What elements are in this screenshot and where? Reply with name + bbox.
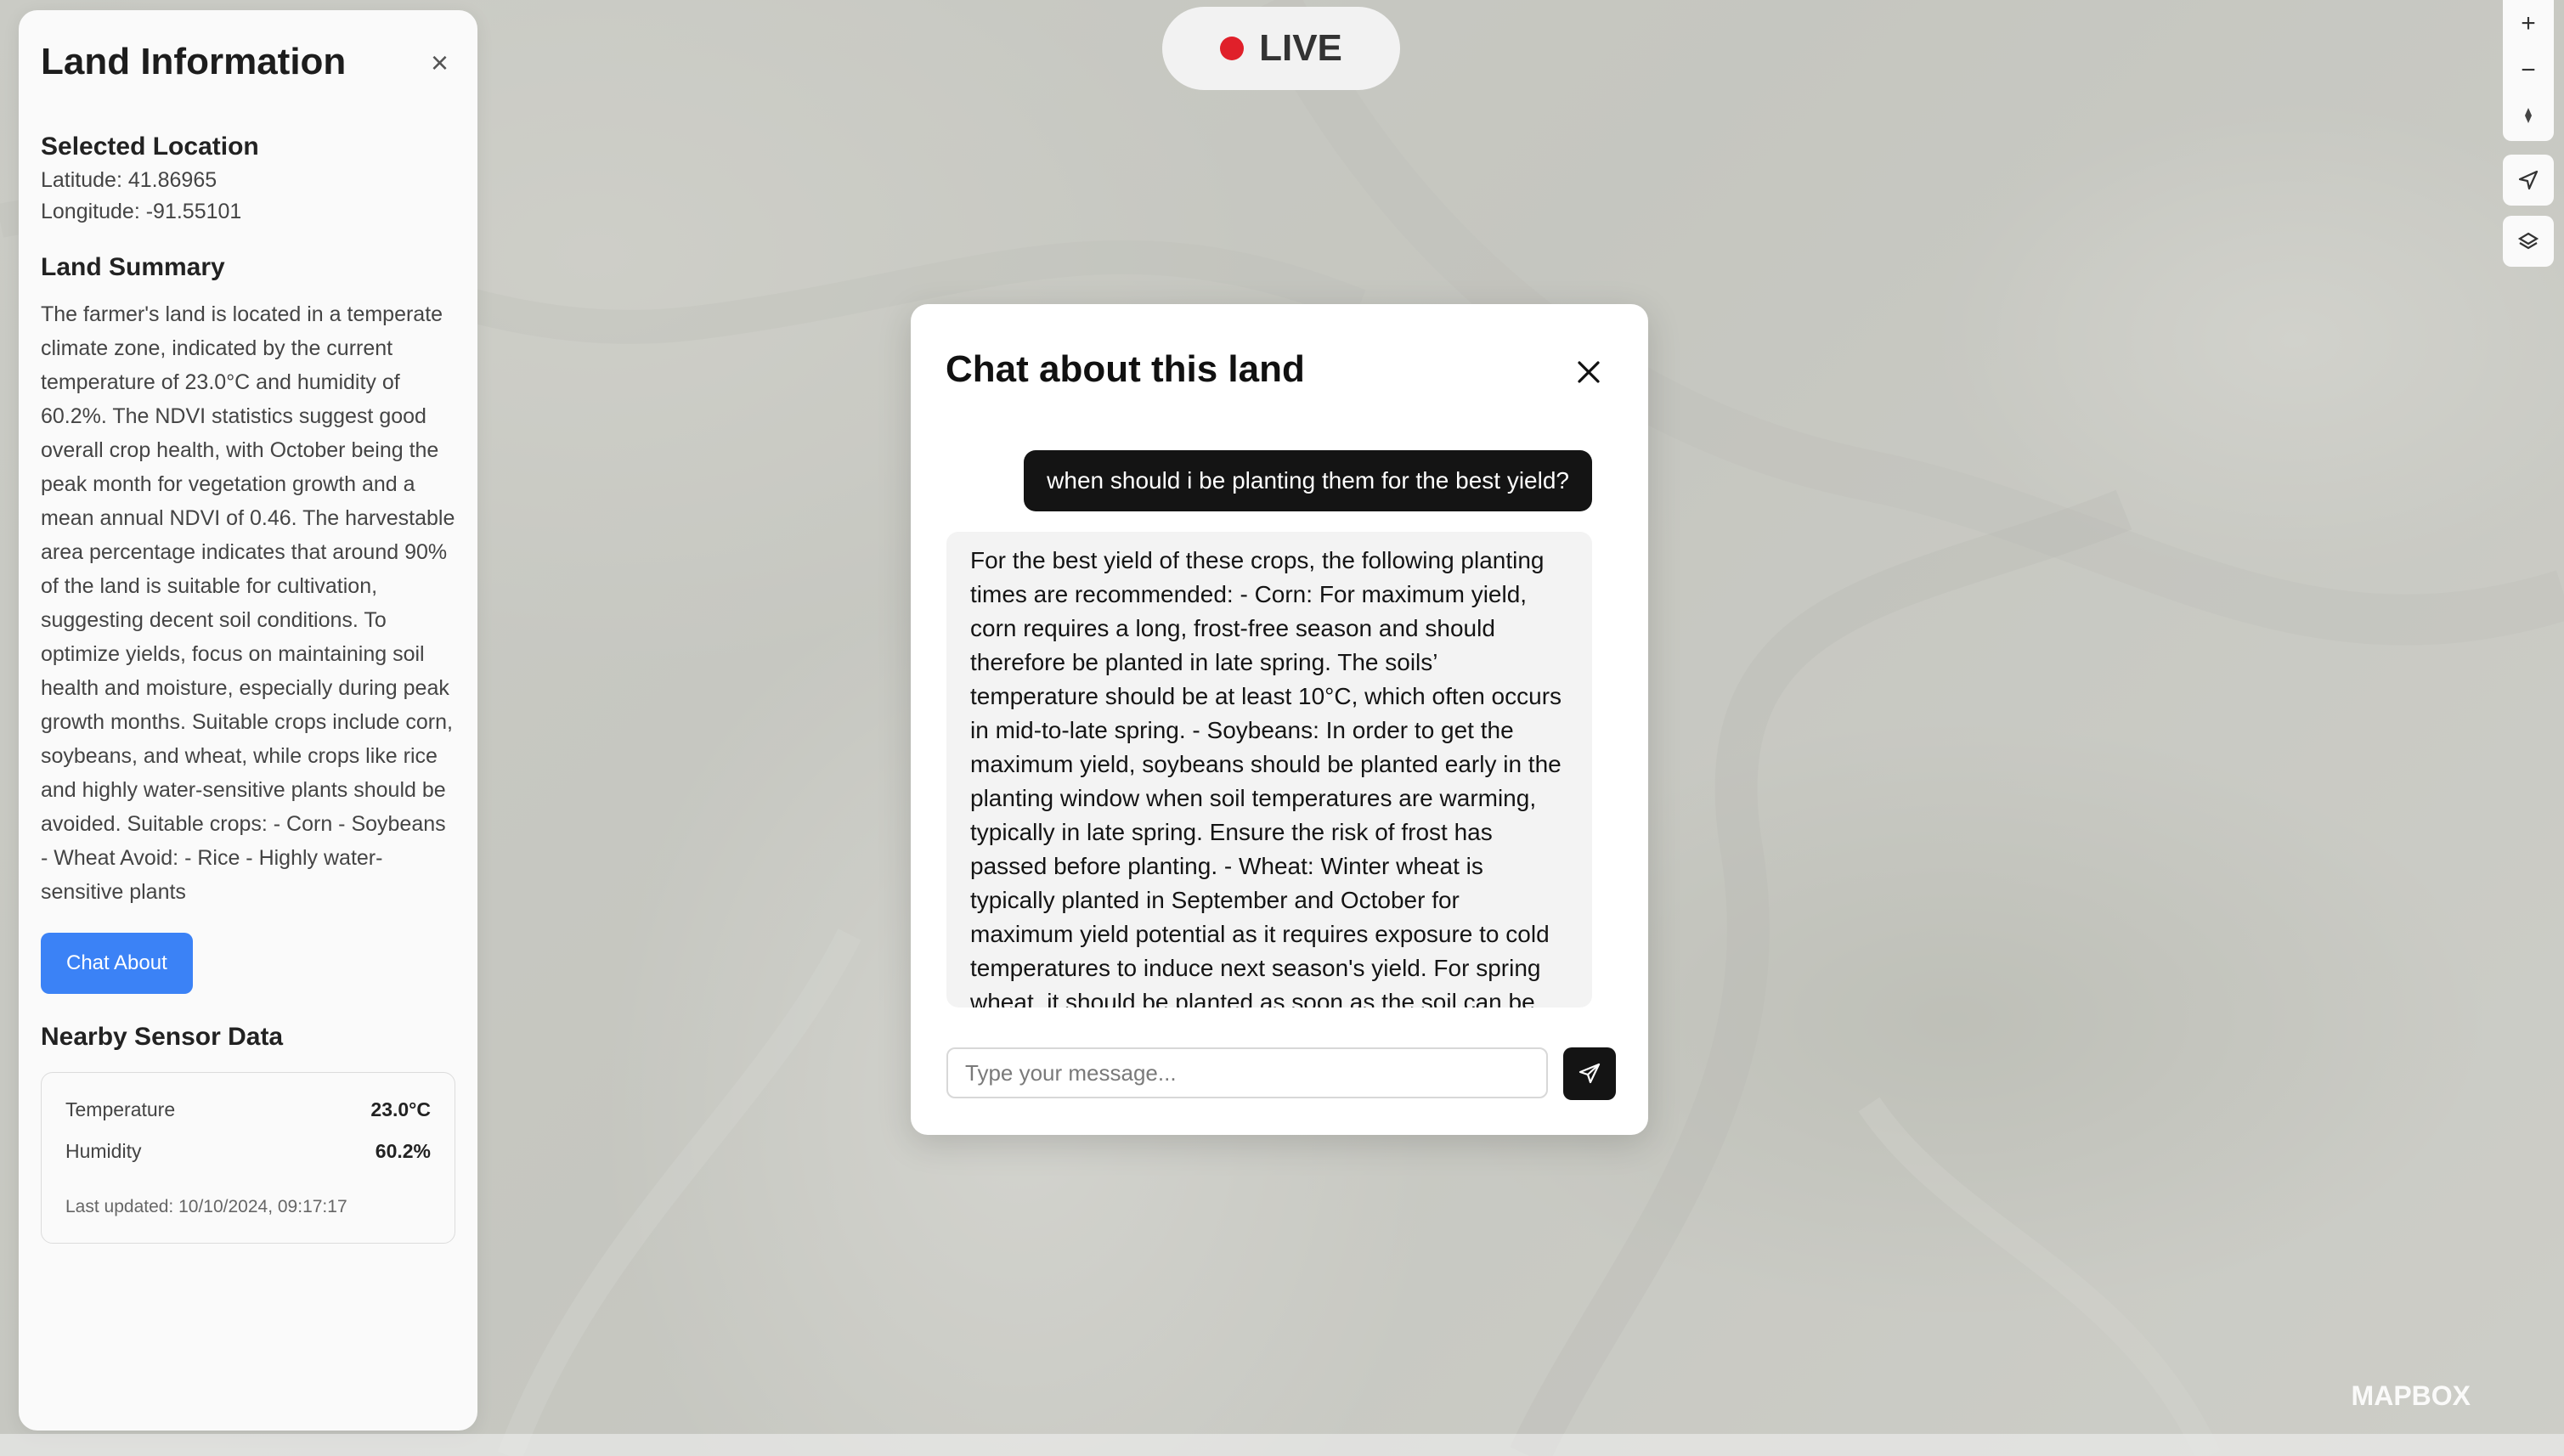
sensor-card: Temperature 23.0°C Humidity 60.2% Last u… (41, 1072, 455, 1244)
modal-close-button[interactable] (1572, 355, 1606, 389)
zoom-in-button[interactable]: + (2521, 9, 2536, 38)
close-icon (1578, 361, 1600, 383)
sensor-label: Temperature (65, 1098, 176, 1120)
sensor-data-heading: Nearby Sensor Data (41, 1023, 284, 1051)
longitude-text: Longitude: -91.55101 (41, 200, 242, 223)
sensor-value: 60.2% (375, 1140, 431, 1162)
sensor-row-humidity: Humidity 60.2% (65, 1140, 431, 1163)
assistant-message: For the best yield of these crops, the f… (946, 532, 1592, 1007)
map-attribution-logo: MAPBOX (2351, 1380, 2471, 1411)
land-summary-heading: Land Summary (41, 253, 225, 281)
land-info-panel: Land Information × Selected Location Lat… (19, 10, 477, 1431)
land-summary-text: The farmer's land is located in a temper… (41, 302, 455, 904)
message-input-row (946, 1047, 1616, 1100)
compass-icon[interactable] (2519, 103, 2538, 132)
send-button[interactable] (1563, 1047, 1616, 1100)
chat-about-button[interactable]: Chat About (41, 933, 193, 994)
layers-button[interactable] (2503, 216, 2554, 267)
chat-modal: Chat about this land when should i be pl… (911, 304, 1648, 1135)
map-attribution-bar (0, 1434, 2564, 1456)
panel-title: Land Information (41, 41, 347, 82)
sensor-row-temperature: Temperature 23.0°C (65, 1098, 431, 1121)
locate-icon (2518, 170, 2539, 190)
sensor-label: Humidity (65, 1140, 142, 1162)
top-pill-label: LIVE (1259, 27, 1342, 69)
record-dot-icon (1220, 37, 1245, 60)
top-status-pill[interactable]: LIVE (1162, 7, 1400, 90)
selected-location-heading: Selected Location (41, 133, 259, 161)
modal-title: Chat about this land (946, 348, 1305, 390)
sensor-last-updated: Last updated: 10/10/2024, 09:17:17 (65, 1197, 347, 1216)
panel-close-button[interactable]: × (431, 48, 449, 78)
user-message: when should i be planting them for the b… (1024, 450, 1592, 511)
message-input[interactable] (946, 1047, 1548, 1098)
locate-button[interactable] (2503, 155, 2554, 206)
zoom-controls: + − (2503, 0, 2554, 141)
sensor-value: 23.0°C (370, 1098, 431, 1120)
zoom-out-button[interactable]: − (2521, 56, 2536, 85)
chat-messages[interactable]: when should i be planting them for the b… (946, 450, 1592, 1007)
layers-icon (2517, 232, 2539, 250)
send-icon (1578, 1063, 1601, 1084)
latitude-text: Latitude: 41.86965 (41, 168, 217, 192)
